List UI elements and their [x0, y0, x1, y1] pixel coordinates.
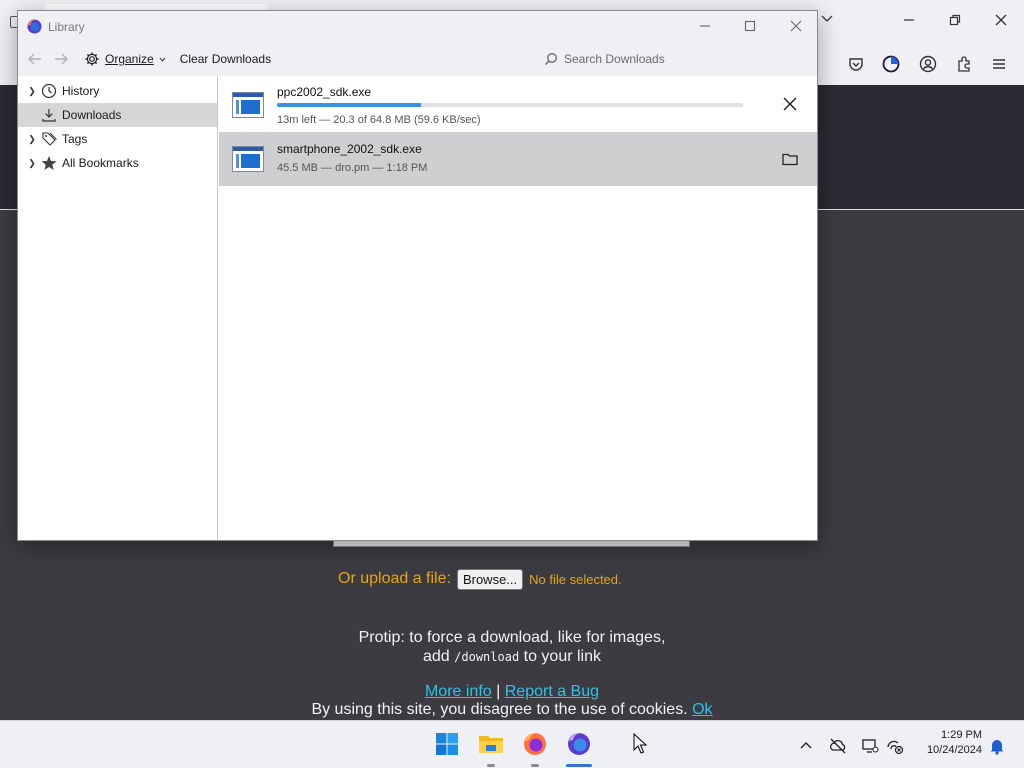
- download-status: 45.5 MB — dro.pm — 1:18 PM: [277, 162, 428, 174]
- taskbar-clock[interactable]: 1:29 PM 10/24/2024: [912, 728, 982, 758]
- library-toolbar: Organize Clear Downloads: [18, 42, 817, 76]
- sidebar-item-label: All Bookmarks: [62, 156, 139, 170]
- upload-label: Or upload a file:: [338, 570, 451, 587]
- download-icon: [42, 109, 56, 122]
- chevron-up-icon[interactable]: [797, 737, 815, 755]
- download-filename: smartphone_2002_sdk.exe: [277, 142, 422, 156]
- minimize-icon[interactable]: [901, 12, 917, 28]
- download-item[interactable]: smartphone_2002_sdk.exe 45.5 MB — dro.pm…: [219, 132, 817, 186]
- protip-text: Protip: to force a download, like for im…: [262, 628, 762, 667]
- restore-icon[interactable]: [947, 12, 963, 28]
- taskbar: [0, 720, 1024, 768]
- star-icon: [41, 156, 57, 170]
- protip-code: /download: [454, 650, 520, 664]
- windows-start-icon[interactable]: [434, 731, 460, 757]
- download-progress-bar: [277, 103, 743, 107]
- sidebar-item-tags[interactable]: ❯ Tags: [18, 127, 217, 151]
- cloud-off-icon[interactable]: [829, 737, 847, 755]
- pocket-icon[interactable]: [847, 55, 865, 73]
- cookie-banner: By using this site, you disagree to the …: [212, 701, 812, 719]
- app-active-indicator: [566, 764, 592, 767]
- clock-time: 1:29 PM: [941, 729, 982, 741]
- protip-line1: Protip: to force a download, like for im…: [358, 629, 666, 646]
- library-titlebar[interactable]: Library: [18, 11, 817, 42]
- search-downloads-input[interactable]: [564, 52, 794, 66]
- protip-line2: add /download to your link: [262, 647, 762, 667]
- network-disconnected-icon[interactable]: [886, 737, 904, 755]
- account-icon[interactable]: [919, 55, 937, 73]
- sidebar-item-label: Tags: [62, 132, 88, 146]
- chevron-down-icon[interactable]: [820, 12, 834, 26]
- organize-label: Organize: [105, 52, 154, 66]
- organize-button[interactable]: Organize: [84, 51, 166, 67]
- cancel-icon[interactable]: [781, 95, 799, 113]
- link-separator: |: [496, 683, 501, 700]
- download-status: 13m left — 20.3 of 64.8 MB (59.6 KB/sec): [277, 114, 481, 126]
- extensions-icon[interactable]: [955, 55, 973, 73]
- downloads-list: ppc2002_sdk.exe 13m left — 20.3 of 64.8 …: [219, 76, 817, 540]
- menu-icon[interactable]: [990, 55, 1008, 73]
- cookie-ok-link[interactable]: Ok: [692, 701, 712, 718]
- chevron-down-icon: [159, 57, 166, 62]
- cookie-text: By using this site, you disagree to the …: [311, 701, 688, 718]
- protip-tail: to your link: [523, 648, 601, 665]
- close-icon[interactable]: [993, 12, 1009, 28]
- upload-row: Or upload a file: Browse... No file sele…: [338, 568, 622, 590]
- footer-links: More info | Report a Bug: [262, 683, 762, 701]
- sidebar-item-label: History: [62, 84, 100, 98]
- pie-chart-icon[interactable]: [882, 55, 900, 73]
- exe-file-icon: [232, 146, 264, 172]
- no-file-text: No file selected.: [529, 571, 622, 587]
- notification-bell-icon[interactable]: [988, 737, 1006, 755]
- back-arrow-icon[interactable]: [26, 50, 44, 68]
- expand-chevron-icon[interactable]: ❯: [27, 86, 37, 97]
- sidebar-item-history[interactable]: ❯ History: [18, 79, 217, 103]
- download-filename: ppc2002_sdk.exe: [277, 85, 372, 99]
- library-title: Library: [48, 19, 85, 34]
- report-bug-link[interactable]: Report a Bug: [505, 683, 599, 700]
- clear-downloads-button[interactable]: Clear Downloads: [180, 52, 271, 66]
- clock-icon: [41, 83, 57, 99]
- download-progress-fill: [277, 103, 422, 107]
- sidebar-item-all-bookmarks[interactable]: ❯ All Bookmarks: [18, 151, 217, 175]
- search-icon: [545, 53, 557, 65]
- protip-add: add: [422, 648, 450, 665]
- app-running-indicator: [531, 764, 539, 767]
- minimize-icon[interactable]: [698, 19, 712, 33]
- browse-button[interactable]: Browse...: [456, 568, 524, 590]
- clock-date: 10/24/2024: [926, 744, 982, 756]
- maximize-icon[interactable]: [743, 19, 757, 33]
- expand-chevron-icon[interactable]: ❯: [27, 158, 37, 169]
- sidebar-item-label: Downloads: [62, 108, 122, 122]
- forward-arrow-icon[interactable]: [52, 50, 70, 68]
- more-info-link[interactable]: More info: [425, 683, 492, 700]
- sidebar-item-downloads[interactable]: Downloads: [18, 103, 217, 127]
- exe-file-icon: [232, 92, 264, 118]
- file-explorer-icon[interactable]: [478, 731, 504, 757]
- search-box[interactable]: [538, 46, 811, 72]
- firefox-logo-icon: [27, 19, 42, 34]
- gear-icon: [85, 52, 99, 66]
- display-icon[interactable]: [861, 737, 879, 755]
- tags-icon: [42, 132, 57, 146]
- mouse-cursor-icon: [633, 733, 648, 754]
- firefox-nightly-icon[interactable]: [566, 731, 592, 757]
- download-item[interactable]: ppc2002_sdk.exe 13m left — 20.3 of 64.8 …: [219, 78, 817, 132]
- app-running-indicator: [487, 764, 495, 767]
- firefox-icon[interactable]: [522, 731, 548, 757]
- close-icon[interactable]: [789, 19, 803, 33]
- library-sidebar: ❯ History Downloads ❯ Tags ❯ All Bookmar…: [18, 76, 218, 540]
- expand-chevron-icon[interactable]: ❯: [27, 134, 37, 145]
- library-window: Library Organize Clear Downloads ❯ Histo…: [17, 10, 818, 541]
- folder-icon[interactable]: [781, 150, 799, 168]
